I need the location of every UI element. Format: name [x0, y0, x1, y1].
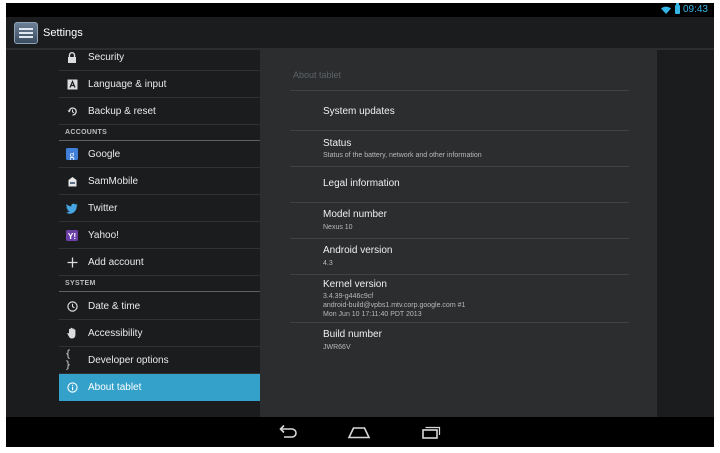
pref-system-updates[interactable]: System updates — [290, 95, 629, 131]
sidebar-item-date-time[interactable]: Date & time — [59, 293, 260, 320]
pane-title: About tablet — [293, 70, 342, 80]
google-icon: g — [65, 147, 79, 161]
wifi-icon — [660, 6, 671, 14]
sidebar-item-accessibility[interactable]: Accessibility — [59, 320, 260, 347]
sidebar-item-label: Yahoo! — [88, 229, 119, 241]
pref-title: Android version — [323, 245, 393, 256]
pref-build-number[interactable]: Build number JWR66V — [290, 323, 629, 359]
clock-icon — [65, 299, 79, 313]
svg-text:Y!: Y! — [68, 231, 77, 241]
sidebar-item-about-tablet[interactable]: About tablet — [59, 374, 260, 401]
section-header-accounts: ACCOUNTS — [59, 125, 260, 141]
twitter-icon — [65, 201, 79, 215]
sidebar-item-label: Date & time — [88, 300, 141, 312]
status-time: 09:43 — [682, 4, 708, 15]
sidebar-item-sammobile[interactable]: SamMobile — [59, 168, 260, 195]
sammobile-icon — [65, 174, 79, 188]
sidebar-item-label: Backup & reset — [88, 105, 156, 117]
pref-summary: Nexus 10 — [323, 224, 353, 231]
pref-title: Status — [323, 138, 352, 149]
sidebar-item-label: Twitter — [88, 202, 118, 214]
pref-title: System updates — [323, 106, 395, 117]
pref-title: Build number — [323, 329, 382, 340]
sidebar-item-label: SamMobile — [88, 175, 139, 187]
pane-divider — [290, 90, 629, 91]
back-icon[interactable] — [274, 422, 302, 442]
sidebar-item-add-account[interactable]: Add account — [59, 249, 260, 276]
battery-icon — [674, 3, 680, 14]
pref-summary: JWR66V — [323, 344, 351, 351]
lock-icon — [65, 50, 79, 64]
settings-content: Security Language & input Backup & reset… — [6, 50, 714, 417]
tablet-screen: 09:43 Settings Security Language & input — [6, 3, 714, 447]
sidebar-item-label: Language & input — [88, 78, 167, 90]
hand-icon — [65, 326, 79, 340]
sidebar-item-language-input[interactable]: Language & input — [59, 71, 260, 98]
yahoo-icon: Y! — [65, 228, 79, 242]
about-tablet-pane: About tablet System updates Status Statu… — [260, 50, 657, 417]
svg-text:g: g — [70, 150, 75, 160]
app-title: Settings — [43, 27, 83, 39]
sidebar-item-label: Add account — [88, 256, 144, 268]
sidebar-item-label: Security — [88, 51, 125, 63]
recent-apps-icon[interactable] — [416, 422, 444, 442]
pref-title: Model number — [323, 209, 387, 220]
navigation-bar — [6, 417, 714, 447]
language-icon — [65, 77, 79, 91]
sidebar-item-twitter[interactable]: Twitter — [59, 195, 260, 222]
status-bar: 09:43 — [6, 3, 714, 17]
sidebar-item-google[interactable]: g Google — [59, 141, 260, 168]
plus-icon — [65, 255, 79, 269]
info-icon — [65, 381, 79, 395]
pref-legal-information[interactable]: Legal information — [290, 167, 629, 203]
action-bar: Settings — [6, 17, 714, 50]
pref-title: Kernel version — [323, 279, 387, 290]
sidebar-item-security[interactable]: Security — [59, 50, 260, 71]
pref-status[interactable]: Status Status of the battery, network an… — [290, 131, 629, 167]
backup-reset-icon — [65, 104, 79, 118]
pref-kernel-version: Kernel version 3.4.39-g446c9cf android-b… — [290, 275, 629, 323]
sidebar-item-label: Developer options — [88, 354, 169, 366]
sidebar-item-yahoo[interactable]: Y! Yahoo! — [59, 222, 260, 249]
pref-summary: Status of the battery, network and other… — [323, 152, 482, 159]
pref-summary: 3.4.39-g446c9cf android-build@vpbs1.mtv.… — [323, 293, 466, 318]
pref-android-version[interactable]: Android version 4.3 — [290, 239, 629, 275]
braces-icon: { } — [65, 349, 72, 371]
sidebar-item-label: About tablet — [88, 382, 142, 393]
sidebar-item-backup-reset[interactable]: Backup & reset — [59, 98, 260, 125]
pref-title: Legal information — [323, 178, 400, 189]
pref-model-number: Model number Nexus 10 — [290, 203, 629, 239]
settings-app-icon[interactable] — [14, 22, 38, 44]
settings-sidebar[interactable]: Security Language & input Backup & reset… — [59, 50, 260, 417]
home-icon[interactable] — [345, 422, 373, 442]
section-header-system: SYSTEM — [59, 276, 260, 292]
sidebar-item-developer-options[interactable]: { } Developer options — [59, 347, 260, 374]
sidebar-item-label: Accessibility — [88, 327, 143, 339]
sidebar-item-label: Google — [88, 148, 121, 160]
pref-summary: 4.3 — [323, 260, 333, 267]
